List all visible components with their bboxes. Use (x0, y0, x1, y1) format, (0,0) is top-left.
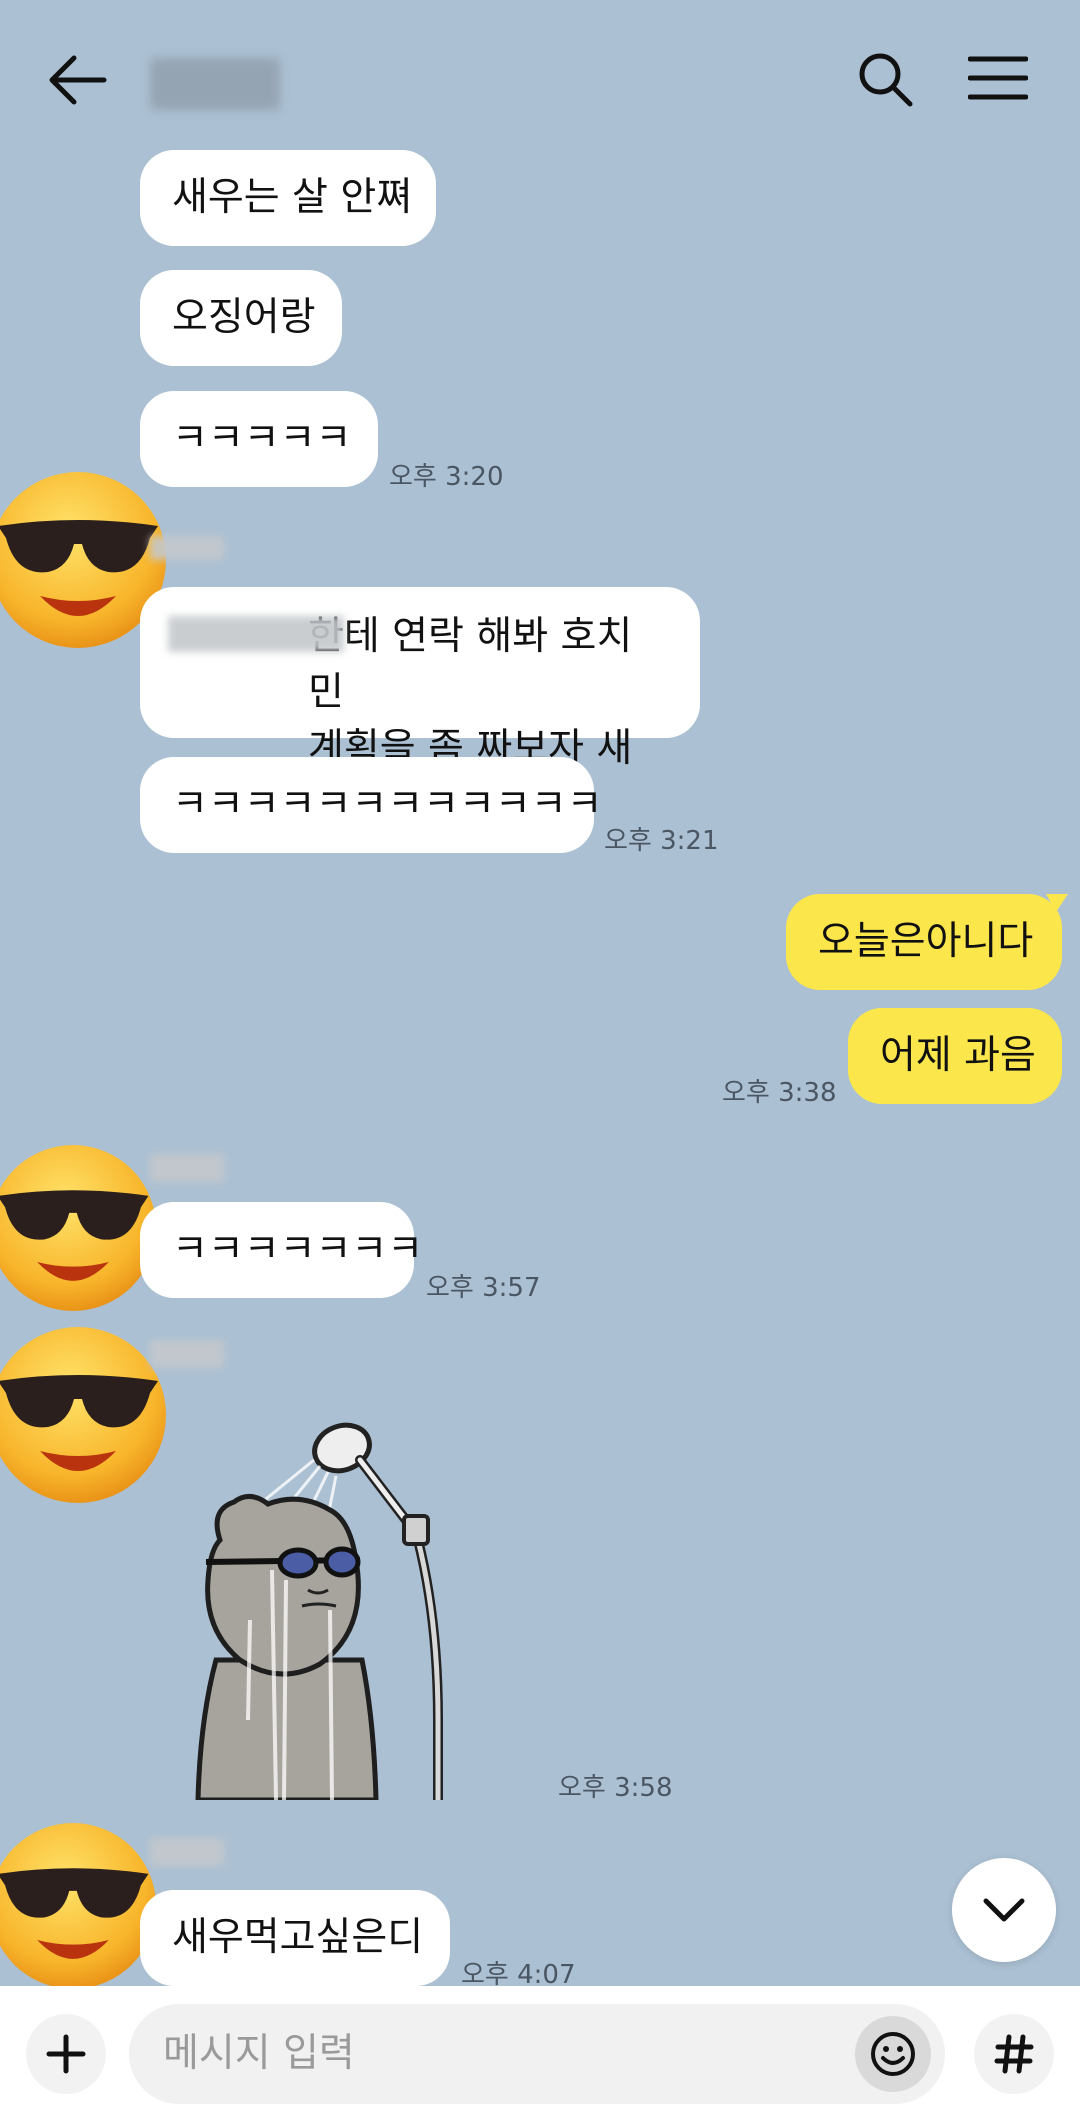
sender-name-redacted (150, 1154, 224, 1182)
search-icon[interactable] (858, 52, 914, 108)
message-bubble[interactable]: 새우먹고싶은디 (140, 1890, 450, 1986)
message-bubble[interactable]: 오징어랑 (140, 270, 342, 366)
chat-room-name-redacted (150, 58, 280, 110)
sender-name-redacted (150, 1838, 224, 1866)
sunglasses-emoji-avatar[interactable] (0, 1136, 156, 1320)
message-bubble[interactable]: ㅋㅋㅋㅋㅋㅋㅋ (140, 1202, 423, 1298)
message-text: 어제 과음 (880, 1033, 1036, 1078)
message-text: ㅋㅋㅋㅋㅋㅋㅋ (172, 1227, 424, 1272)
bubble-tail (1046, 894, 1068, 912)
message-timestamp: 오후 3:21 (604, 826, 719, 856)
message-text: 새우먹고싶은디 (172, 1915, 424, 1960)
message-timestamp: 오후 3:38 (722, 1078, 837, 1108)
message-text: 새우는 살 안쪄 (172, 175, 413, 220)
message-timestamp: 오후 3:58 (558, 1773, 673, 1803)
message-timestamp: 오후 3:20 (389, 462, 504, 492)
shower-bear-sticker[interactable] (190, 1420, 520, 1800)
message-composer: 메시지 입력 (0, 1986, 1080, 2122)
chat-header (0, 0, 1080, 160)
scroll-to-bottom-button[interactable] (952, 1858, 1056, 1962)
message-bubble[interactable]: ㅋㅋㅋㅋㅋㅋㅋㅋㅋㅋㅋㅋ (140, 757, 603, 853)
hashtag-search-button[interactable] (974, 2014, 1054, 2094)
mention-name-redacted (168, 616, 344, 652)
message-bubble[interactable]: ㅋㅋㅋㅋㅋ (140, 391, 378, 487)
emoji-icon (871, 2032, 915, 2076)
message-input-placeholder: 메시지 입력 (163, 2031, 355, 2076)
message-bubble[interactable]: 한테 연락 해봐 호치민 계획을 좀 짜보자 새우먹으면서 (140, 587, 700, 827)
chevron-down-icon (983, 1898, 1025, 1922)
emoji-button[interactable] (855, 2016, 931, 2092)
hash-icon (994, 2034, 1034, 2074)
sender-name-redacted (150, 536, 224, 560)
add-attachment-button[interactable] (26, 2014, 106, 2094)
sunglasses-emoji-avatar[interactable] (0, 1323, 166, 1507)
plus-icon (46, 2034, 86, 2074)
message-text: 오늘은아니다 (818, 919, 1034, 964)
message-input[interactable]: 메시지 입력 (129, 2004, 945, 2104)
message-timestamp: 오후 3:57 (426, 1273, 541, 1303)
arrow-left-icon[interactable] (48, 54, 108, 106)
hamburger-menu-icon[interactable] (968, 56, 1028, 100)
message-text: ㅋㅋㅋㅋㅋ (172, 416, 352, 461)
message-bubble[interactable]: 새우는 살 안쪄 (140, 150, 436, 246)
message-text: 오징어랑 (172, 295, 316, 340)
message-text: ㅋㅋㅋㅋㅋㅋㅋㅋㅋㅋㅋㅋ (172, 782, 603, 827)
sender-name-redacted (150, 1340, 224, 1368)
sunglasses-emoji-avatar[interactable] (0, 1814, 156, 1998)
my-message-bubble[interactable]: 오늘은아니다 (786, 894, 1062, 990)
my-message-bubble[interactable]: 어제 과음 (848, 1008, 1062, 1104)
